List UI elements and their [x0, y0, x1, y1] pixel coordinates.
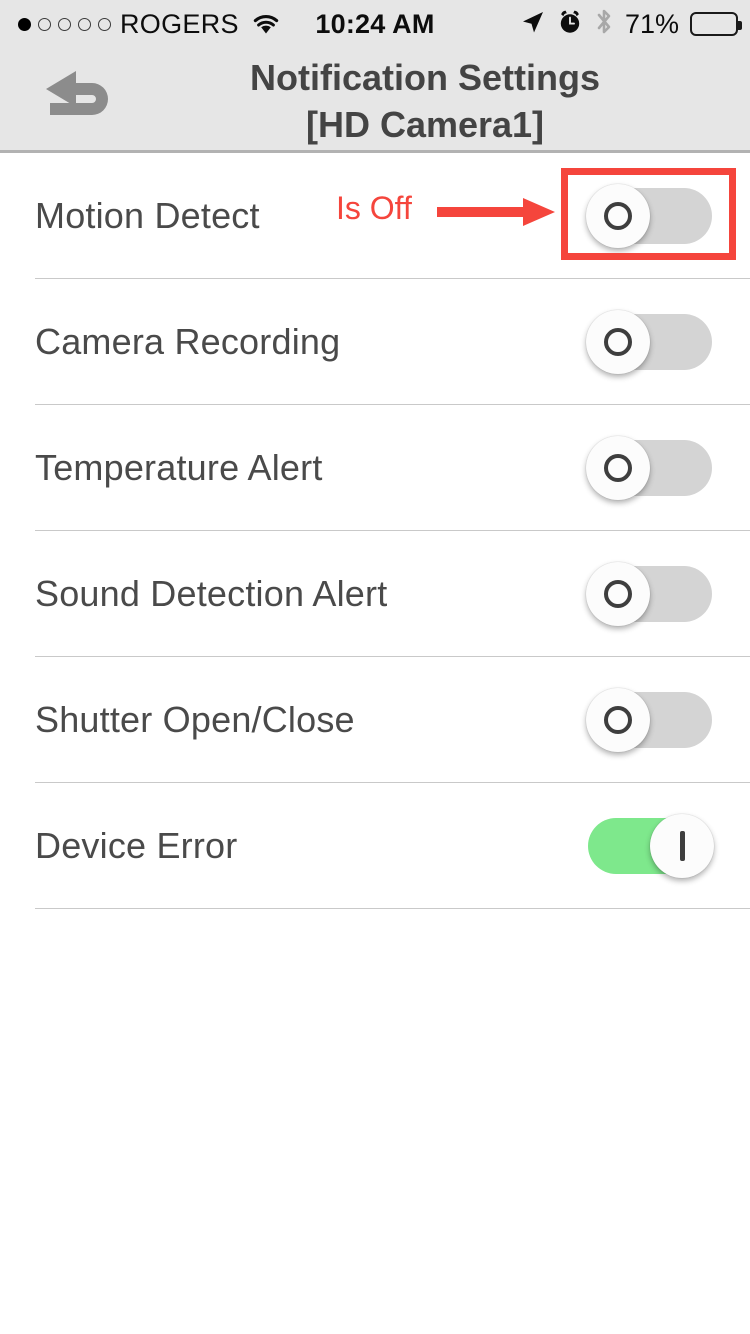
toggle-switch[interactable]	[588, 814, 714, 878]
toggle-switch[interactable]	[586, 562, 712, 626]
toggle-knob	[586, 688, 650, 752]
toggle-knob	[586, 310, 650, 374]
toggle-on-bar-icon	[679, 831, 685, 861]
settings-row-label: Device Error	[35, 825, 238, 866]
right-arrow-annotation-icon	[437, 196, 557, 228]
toggle-knob	[586, 562, 650, 626]
settings-row-label: Motion Detect	[35, 195, 260, 236]
toggle-switch[interactable]	[586, 688, 712, 752]
page-title-line1: Notification Settings	[250, 57, 600, 98]
status-bar-right: 71%	[520, 8, 742, 40]
toggle-off-circle-icon	[604, 454, 632, 482]
settings-row-label: Sound Detection Alert	[35, 573, 388, 614]
toggle-off-circle-icon	[604, 328, 632, 356]
annotation-label: Is Off	[336, 190, 412, 226]
status-bar: ROGERS 10:24 AM 71%	[0, 0, 750, 48]
row-separator	[35, 907, 750, 909]
settings-row-label: Shutter Open/Close	[35, 699, 355, 740]
settings-row[interactable]: Shutter Open/Close	[0, 657, 750, 783]
settings-list: Motion Detect Camera Recording Temperature…	[0, 153, 750, 909]
settings-row[interactable]: Camera Recording	[0, 279, 750, 405]
settings-row[interactable]: Sound Detection Alert	[0, 531, 750, 657]
toggle-off-circle-icon	[604, 580, 632, 608]
settings-row[interactable]: Device Error	[0, 783, 750, 909]
toggle-knob	[650, 814, 714, 878]
toggle-off-circle-icon	[604, 706, 632, 734]
battery-percent-label: 71%	[624, 8, 679, 39]
toggle-switch[interactable]	[586, 436, 712, 500]
back-undo-arrow-icon	[42, 67, 118, 134]
app-root: ROGERS 10:24 AM 71% Notification Setting…	[0, 0, 750, 1334]
toggle-switch[interactable]	[586, 310, 712, 374]
page-title: Notification Settings [HD Camera1]	[140, 54, 710, 148]
back-button[interactable]	[32, 60, 128, 140]
navigation-bar: Notification Settings [HD Camera1]	[0, 48, 750, 153]
battery-icon	[690, 12, 742, 36]
location-arrow-icon	[520, 9, 546, 40]
alarm-clock-icon	[557, 9, 583, 40]
settings-row[interactable]: Temperature Alert	[0, 405, 750, 531]
settings-row-label: Temperature Alert	[35, 447, 323, 488]
settings-row-label: Camera Recording	[35, 321, 341, 362]
bluetooth-icon	[594, 8, 614, 40]
red-highlight-box	[561, 168, 736, 260]
page-title-line2: [HD Camera1]	[305, 104, 545, 145]
toggle-knob	[586, 436, 650, 500]
